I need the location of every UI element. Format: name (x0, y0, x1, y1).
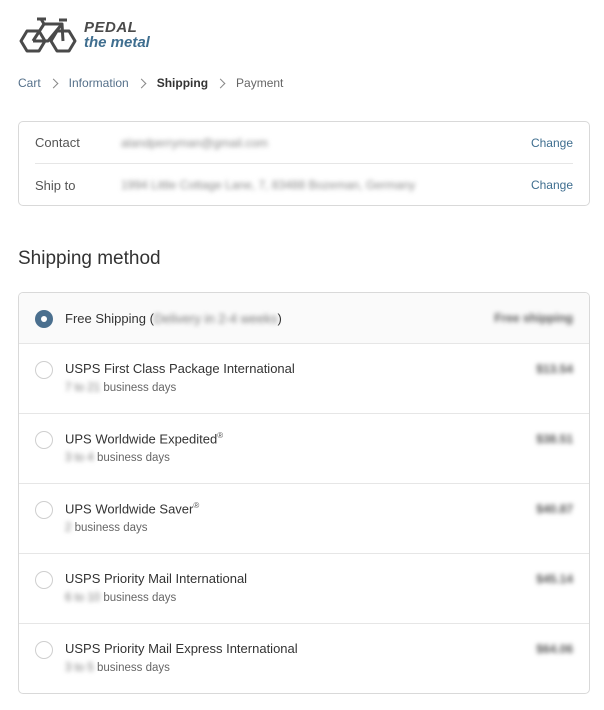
bicycle-icon (19, 17, 77, 53)
breadcrumb-information[interactable]: Information (69, 76, 129, 90)
registered-mark: ® (193, 501, 200, 510)
breadcrumb: Cart Information Shipping Payment (18, 76, 283, 90)
option-name: USPS First Class Package International (65, 361, 295, 376)
option-price: $13.54 (536, 362, 573, 376)
shipping-option-ups-saver[interactable]: UPS Worldwide Saver® 2 business days $40… (19, 484, 589, 554)
radio-button[interactable] (35, 641, 53, 659)
option-label: Free Shipping (Delivery in 2-4 weeks) (65, 311, 282, 326)
option-name: USPS Priority Mail Express International (65, 641, 298, 656)
option-price: $45.14 (536, 572, 573, 586)
chevron-right-icon (136, 78, 147, 88)
shipping-option-usps-express[interactable]: USPS Priority Mail Express International… (19, 624, 589, 693)
option-days-range: 3 to 5 (65, 662, 94, 674)
option-days-label: business days (96, 452, 170, 464)
shipto-label: Ship to (35, 177, 76, 193)
option-days-range: 7 to 21 (65, 382, 101, 394)
brand-line1: PEDAL (84, 19, 138, 36)
option-label: UPS Worldwide Saver® (65, 501, 199, 516)
order-review-box: Contact alandperryman@gmail.com Change S… (18, 121, 590, 206)
chevron-right-icon (215, 78, 226, 88)
brand-logo[interactable]: PEDAL the metal (18, 16, 150, 54)
registered-mark: ® (217, 431, 224, 440)
option-delivery-time: 6 to 10 business days (65, 592, 176, 604)
contact-row: Contact alandperryman@gmail.com Change (35, 122, 573, 164)
option-delivery-time: 2 business days (65, 522, 147, 534)
option-label: UPS Worldwide Expedited® (65, 431, 223, 446)
option-delivery-time: 3 to 4 business days (65, 452, 170, 464)
option-delivery-time: 3 to 5 business days (65, 662, 170, 674)
chevron-right-icon (48, 78, 59, 88)
option-days-range: 6 to 10 (65, 592, 101, 604)
section-title: Shipping method (18, 248, 161, 269)
breadcrumb-cart[interactable]: Cart (18, 76, 41, 90)
option-name: UPS Worldwide Saver (65, 501, 194, 517)
shipping-option-free[interactable]: Free Shipping (Delivery in 2-4 weeks) Fr… (19, 293, 589, 344)
option-name: Free Shipping (65, 311, 146, 326)
option-name: UPS Worldwide Expedited (65, 431, 218, 447)
brand-name: PEDAL the metal (84, 20, 150, 50)
change-shipto-link[interactable]: Change (531, 178, 573, 192)
option-price: $64.06 (536, 642, 573, 656)
change-contact-link[interactable]: Change (531, 136, 573, 150)
option-price: Free shipping (494, 311, 573, 325)
shipping-methods-list: Free Shipping (Delivery in 2-4 weeks) Fr… (18, 292, 590, 694)
option-days-range: 3 to 4 (65, 452, 94, 464)
option-days-label: business days (103, 592, 177, 604)
shipping-option-usps-priority[interactable]: USPS Priority Mail International 6 to 10… (19, 554, 589, 624)
radio-button[interactable] (35, 361, 53, 379)
option-detail: Delivery in 2-4 weeks (153, 311, 278, 326)
shipping-option-ups-expedited[interactable]: UPS Worldwide Expedited® 3 to 4 business… (19, 414, 589, 484)
contact-value: alandperryman@gmail.com (121, 135, 268, 150)
option-price: $40.87 (536, 502, 573, 516)
option-price: $38.51 (536, 432, 573, 446)
option-name: USPS Priority Mail International (65, 571, 248, 586)
shipto-value: 1994 Little Cottage Lane, 7, 83488 Bozem… (121, 178, 416, 192)
radio-button[interactable] (35, 431, 53, 449)
radio-button[interactable] (35, 501, 53, 519)
breadcrumb-shipping: Shipping (156, 76, 209, 90)
shipping-option-usps-first-class[interactable]: USPS First Class Package International 7… (19, 344, 589, 414)
shipto-row: Ship to 1994 Little Cottage Lane, 7, 834… (35, 164, 573, 206)
option-days-label: business days (74, 522, 148, 534)
option-days-label: business days (96, 662, 170, 674)
option-days-label: business days (103, 382, 177, 394)
brand-line2: the metal (84, 34, 150, 51)
radio-button-selected[interactable] (35, 310, 53, 328)
radio-button[interactable] (35, 571, 53, 589)
contact-label: Contact (35, 135, 80, 150)
option-delivery-time: 7 to 21 business days (65, 382, 176, 394)
option-days-range: 2 (65, 522, 72, 534)
breadcrumb-payment: Payment (236, 76, 284, 90)
